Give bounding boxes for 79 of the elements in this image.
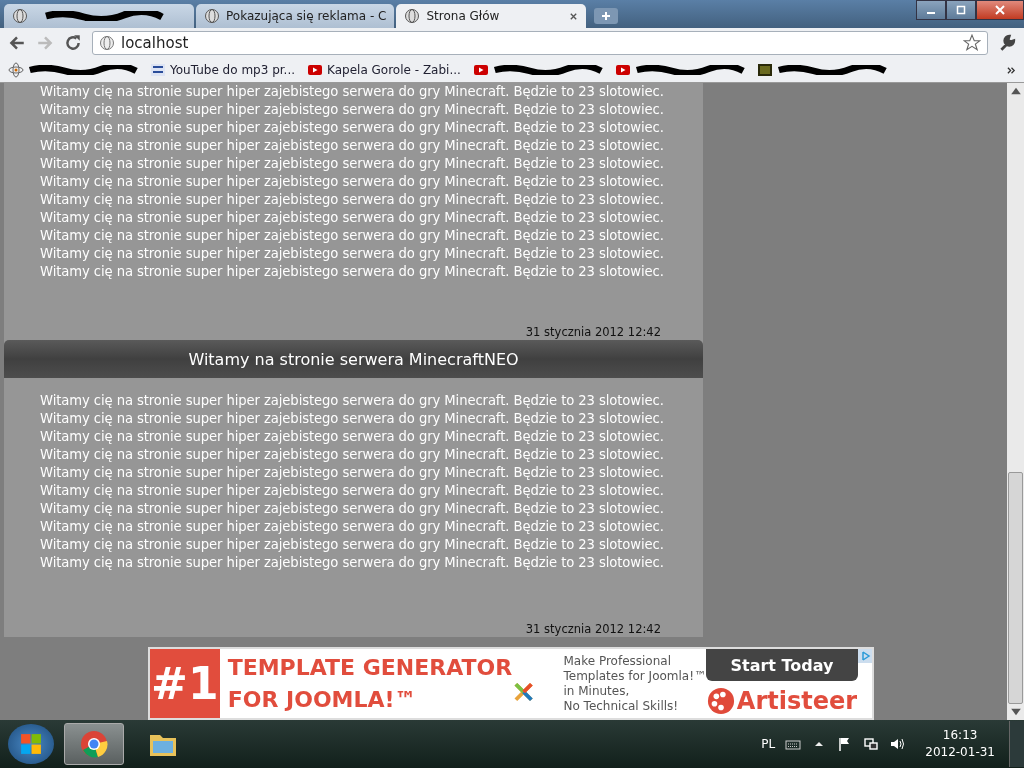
youtube-icon (307, 62, 324, 78)
post-text-line: Witamy cię na stronie super hiper zajebistego serwera do gry Minecraft. Będzie to 23 slotowiec. (40, 227, 665, 245)
ad-headline: FOR JOOMLA!™ (227, 685, 418, 714)
minimize-icon (927, 12, 935, 14)
youtube-icon (614, 62, 631, 78)
star-icon[interactable] (963, 34, 981, 52)
speaker-icon[interactable] (889, 736, 906, 752)
post-text-line: Witamy cię na stronie super hiper zajebistego serwera do gry Minecraft. Będzie to 23 slotowiec. (40, 410, 665, 428)
maximize-button[interactable] (946, 0, 976, 20)
post-text-line: Witamy cię na stronie super hiper zajebistego serwera do gry Minecraft. Będzie to 23 slotowiec. (40, 446, 665, 464)
reload-icon[interactable] (64, 34, 82, 52)
back-icon[interactable] (8, 34, 26, 52)
post-text-line: Witamy cię na stronie super hiper zajebistego serwera do gry Minecraft. Będzie to 23 slotowiec. (40, 500, 665, 518)
square-icon (756, 62, 773, 78)
globe-icon (12, 8, 28, 24)
post-text-line: Witamy cię na stronie super hiper zajebistego serwera do gry Minecraft. Będzie to 23 slotowiec. (40, 83, 665, 101)
palette-icon (706, 687, 735, 715)
yt-mp3-icon (150, 62, 166, 78)
scrollbar-thumb[interactable] (1008, 472, 1023, 704)
post-date: 31 stycznia 2012 12:42 (525, 622, 661, 636)
windows-logo-icon (20, 733, 42, 755)
ad-headline: TEMPLATE GENERATOR (227, 653, 513, 682)
minimize-button[interactable] (916, 0, 946, 20)
post-text-line: Witamy cię na stronie super hiper zajebistego serwera do gry Minecraft. Będzie to 23 slotowiec. (40, 173, 665, 191)
new-tab-button[interactable] (594, 8, 619, 24)
post-text-line: Witamy cię na stronie super hiper zajebistego serwera do gry Minecraft. Będzie to 23 slotowiec. (40, 209, 665, 227)
language-indicator[interactable]: PL (761, 737, 776, 751)
tab-title: Pokazująca się reklama - C (226, 9, 387, 23)
ad-text: No Technical Skills! (563, 698, 680, 714)
post-text-line: Witamy cię na stronie super hiper zajebistego serwera do gry Minecraft. Będzie to 23 slotowiec. (40, 119, 665, 137)
network-icon[interactable] (863, 736, 880, 752)
post-text-line: Witamy cię na stronie super hiper zajebistego serwera do gry Minecraft. Będzie to 23 slotowiec. (40, 245, 665, 263)
post-text-line: Witamy cię na stronie super hiper zajebistego serwera do gry Minecraft. Będzie to 23 slotowiec. (40, 428, 665, 446)
post-text-line: Witamy cię na stronie super hiper zajebistego serwera do gry Minecraft. Będzie to 23 slotowiec. (40, 554, 665, 572)
browser-tab[interactable]: Pokazująca się reklama - C (196, 4, 395, 28)
url-text: localhost (121, 34, 189, 52)
post-text-line: Witamy cię na stronie super hiper zajebistego serwera do gry Minecraft. Będzie to 23 slotowiec. (40, 155, 665, 173)
close-icon (995, 5, 1005, 15)
more-bookmarks-icon[interactable] (1007, 65, 1016, 75)
globe-icon (99, 35, 115, 51)
post-title: Witamy na stronie serwera MinecraftNEO (4, 340, 703, 378)
browser-tab[interactable]: Strona Głów (396, 4, 587, 28)
post-text-line: Witamy cię na stronie super hiper zajebistego serwera do gry Minecraft. Będzie to 23 slotowiec. (40, 191, 665, 209)
bookmark[interactable]: YouTube do mp3 pr... (150, 62, 296, 78)
globe-icon (404, 8, 421, 24)
post-text-line: Witamy cię na stronie super hiper zajebistego serwera do gry Minecraft. Będzie to 23 slotowiec. (40, 263, 665, 281)
ad-text: Make Professional (563, 653, 672, 669)
ad-text: in Minutes, (563, 683, 631, 699)
bookmark[interactable] (756, 62, 887, 78)
plus-icon (601, 11, 612, 21)
post-text-line: Witamy cię na stronie super hiper zajebistego serwera do gry Minecraft. Będzie to 23 slotowiec. (40, 482, 665, 500)
post-text-line: Witamy cię na stronie super hiper zajebistego serwera do gry Minecraft. Będzie to 23 slotowiec. (40, 137, 665, 155)
bookmark[interactable] (472, 62, 603, 78)
address-bar[interactable]: localhost (92, 31, 988, 55)
start-today-button[interactable]: Start Today (706, 649, 858, 681)
ad-text: Templates for Joomla!™ (563, 668, 706, 684)
browser-tab[interactable] (4, 4, 194, 28)
ad-rank: #1 (150, 649, 220, 718)
post-date: 31 stycznia 2012 12:42 (525, 325, 661, 339)
post-text-line: Witamy cię na stronie super hiper zajebistego serwera do gry Minecraft. Będzie to 23 slotowiec. (40, 536, 665, 554)
clock[interactable]: 16:13 2012-01-31 (925, 727, 995, 761)
post-text-line: Witamy cię na stronie super hiper zajebistego serwera do gry Minecraft. Będzie to 23 slotowiec. (40, 518, 665, 536)
youtube-icon (472, 62, 489, 78)
bookmark[interactable] (8, 62, 138, 78)
close-button[interactable] (976, 0, 1024, 20)
start-button[interactable] (8, 724, 54, 764)
maximize-icon (956, 5, 966, 15)
atom-icon (8, 62, 24, 78)
post-text-line: Witamy cię na stronie super hiper zajebistego serwera do gry Minecraft. Będzie to 23 slotowiec. (40, 464, 665, 482)
post-text-line: Witamy cię na stronie super hiper zajebistego serwera do gry Minecraft. Będzie to 23 slotowiec. (40, 101, 665, 119)
chrome-taskbar-icon[interactable] (64, 723, 124, 765)
globe-icon (204, 8, 220, 24)
post-text-line: Witamy cię na stronie super hiper zajebistego serwera do gry Minecraft. Będzie to 23 slotowiec. (40, 392, 665, 410)
wrench-icon[interactable] (998, 34, 1016, 52)
bookmark[interactable]: Kapela Gorole - Zabi... (307, 62, 461, 78)
close-icon[interactable] (569, 11, 579, 21)
tab-title: Strona Głów (426, 9, 501, 23)
artisteer-logo-text: Artisteer (736, 687, 858, 715)
bookmark[interactable] (614, 62, 745, 78)
